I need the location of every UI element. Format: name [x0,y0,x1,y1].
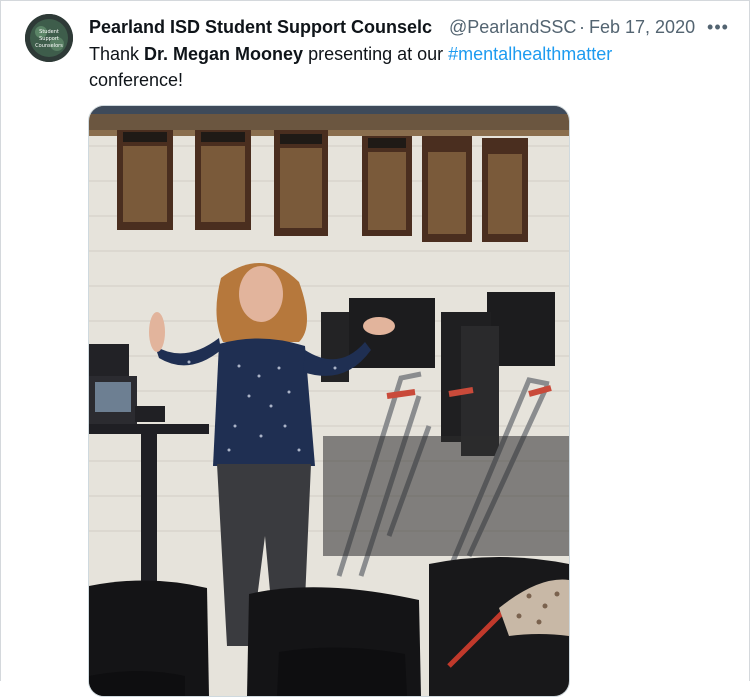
tweet-card[interactable]: Student Support Counselors Pearland ISD … [0,0,750,697]
svg-text:Support: Support [39,36,59,42]
tweet-text-part: presenting at our [303,44,449,64]
tweet-photo[interactable] [88,105,570,697]
avatar[interactable]: Student Support Counselors [25,14,73,62]
mentioned-name: Dr. Megan Mooney [144,44,304,64]
svg-text:Counselors: Counselors [35,43,63,49]
tweet-header: Pearland ISD Student Support Counselc @P… [89,15,739,39]
avatar-text: Student [39,29,59,35]
tweet-date[interactable]: Feb 17, 2020 [589,15,695,39]
tweet-text-part: conference! [89,70,184,90]
tweet-text-part: Thank [89,44,145,64]
more-options-icon[interactable]: ••• [705,15,731,39]
author-name[interactable]: Pearland ISD Student Support Counselc [89,15,445,39]
author-handle[interactable]: @PearlandSSC [449,15,577,39]
presentation-photo [89,106,569,696]
tweet-text: Thank Dr. Megan Mooney presenting at our… [89,41,729,93]
separator-dot: · [579,17,585,37]
hashtag-link[interactable]: #mentalhealthmatter [448,44,612,64]
avatar-logo-icon: Student Support Counselors [25,14,73,62]
